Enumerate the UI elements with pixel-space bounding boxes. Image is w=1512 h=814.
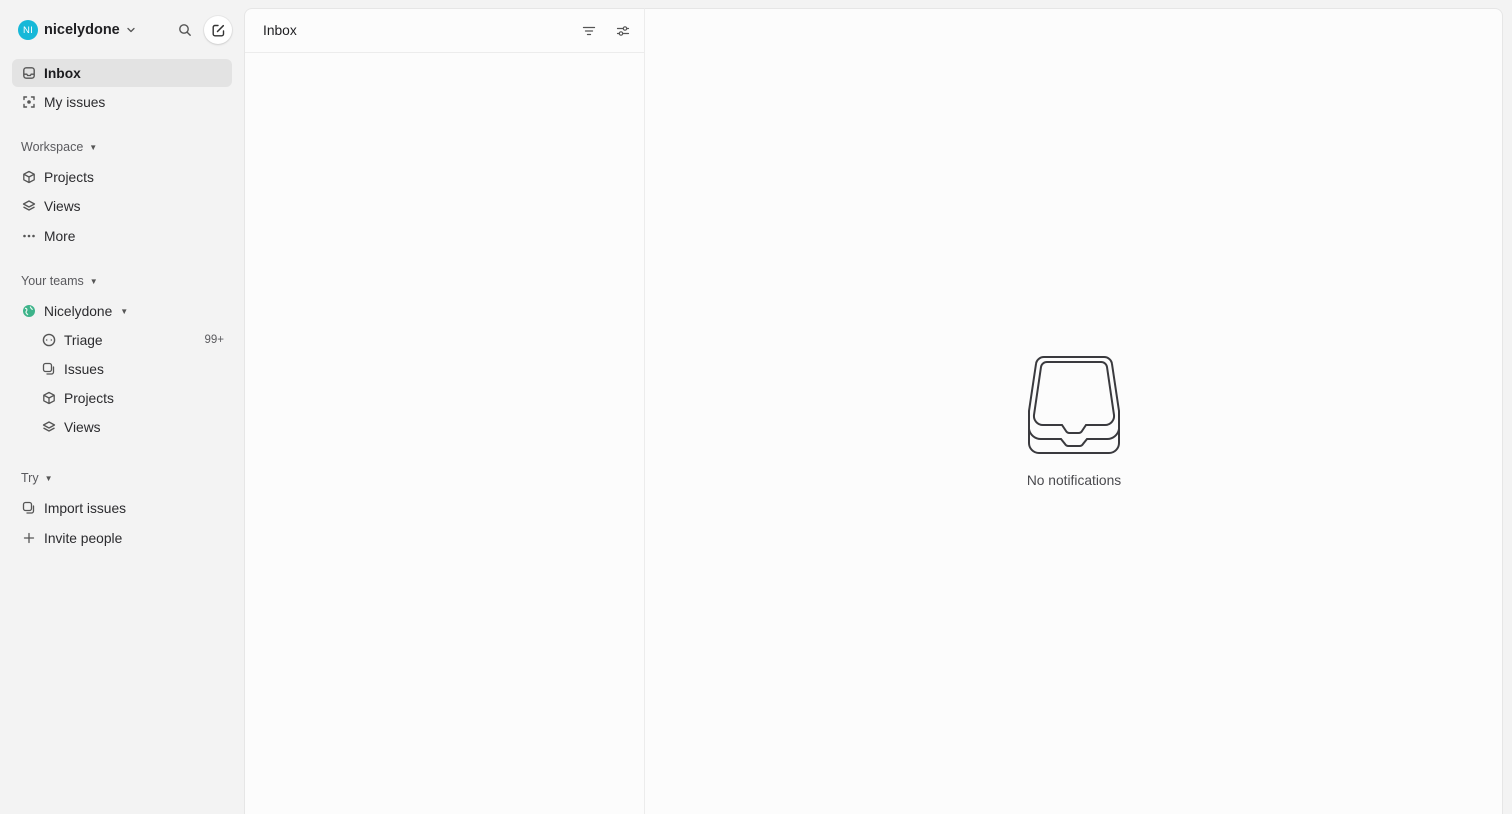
- sidebar-item-label: My issues: [44, 94, 106, 110]
- notification-detail-panel: No notifications: [645, 8, 1503, 814]
- plus-icon: [22, 531, 36, 545]
- sidebar-item-import-issues[interactable]: Import issues: [12, 494, 232, 522]
- caret-down-icon: ▼: [120, 306, 129, 316]
- compose-icon: [211, 23, 226, 38]
- inbox-icon: [22, 66, 36, 80]
- caret-down-icon: ▼: [44, 473, 53, 483]
- sidebar-item-views[interactable]: Views: [12, 192, 232, 220]
- sidebar-item-label: Projects: [44, 169, 94, 185]
- filter-button[interactable]: [579, 21, 599, 41]
- inbox-list-panel: Inbox: [244, 8, 645, 814]
- layers-icon: [42, 420, 56, 434]
- sidebar-item-more[interactable]: More: [12, 222, 232, 250]
- teams-section-toggle[interactable]: Your teams ▼: [21, 272, 98, 290]
- workspace-switcher[interactable]: NI nicelydone: [18, 18, 136, 42]
- workspace-avatar: NI: [18, 20, 38, 40]
- display-options-button[interactable]: [613, 21, 633, 41]
- inbox-header: Inbox: [245, 9, 644, 53]
- target-icon: [22, 95, 36, 109]
- triage-count-badge: 99+: [204, 334, 224, 346]
- team-globe-icon: [22, 304, 36, 318]
- workspace-name: nicelydone: [44, 22, 120, 38]
- caret-down-icon: ▼: [89, 142, 98, 152]
- issues-icon: [42, 362, 56, 376]
- sidebar-item-label: Views: [44, 198, 81, 214]
- cube-icon: [42, 391, 56, 405]
- sidebar-item-projects[interactable]: Projects: [12, 163, 232, 191]
- try-section-toggle[interactable]: Try ▼: [21, 469, 53, 487]
- sidebar-item-team-nicelydone[interactable]: Nicelydone ▼: [12, 297, 232, 325]
- sidebar-item-label: Nicelydone: [44, 303, 113, 319]
- triage-icon: [42, 333, 56, 347]
- new-issue-button[interactable]: [204, 16, 232, 44]
- ellipsis-icon: [22, 229, 36, 243]
- import-icon: [22, 501, 36, 515]
- sidebar-item-label: Inbox: [44, 65, 81, 81]
- sidebar-item-label: More: [44, 228, 76, 244]
- empty-inbox-icon: [1026, 351, 1122, 455]
- sidebar-item-team-projects[interactable]: Projects: [32, 384, 232, 412]
- page-title: Inbox: [263, 23, 297, 38]
- layers-icon: [22, 199, 36, 213]
- section-label: Try: [21, 471, 39, 485]
- search-button[interactable]: [174, 19, 196, 41]
- sidebar-item-triage[interactable]: Triage 99+: [32, 326, 232, 354]
- sidebar-item-inbox[interactable]: Inbox: [12, 59, 232, 87]
- sidebar-item-label: Issues: [64, 361, 104, 377]
- workspace-section-toggle[interactable]: Workspace ▼: [21, 138, 97, 156]
- empty-state-message: No notifications: [1026, 473, 1122, 488]
- sidebar-item-team-views[interactable]: Views: [32, 413, 232, 441]
- sliders-icon: [616, 24, 630, 38]
- sidebar: NI nicelydone Inbox My issues Workspace …: [0, 0, 244, 814]
- sidebar-item-label: Projects: [64, 390, 114, 406]
- search-icon: [178, 23, 192, 37]
- section-label: Workspace: [21, 140, 84, 154]
- sidebar-item-my-issues[interactable]: My issues: [12, 88, 232, 116]
- filter-icon: [582, 24, 596, 38]
- chevron-down-icon: [126, 25, 136, 35]
- sidebar-item-label: Import issues: [44, 500, 127, 516]
- sidebar-item-issues[interactable]: Issues: [32, 355, 232, 383]
- sidebar-item-invite-people[interactable]: Invite people: [12, 524, 232, 552]
- sidebar-item-label: Invite people: [44, 530, 123, 546]
- sidebar-item-label: Views: [64, 419, 101, 435]
- cube-icon: [22, 170, 36, 184]
- sidebar-item-label: Triage: [64, 332, 103, 348]
- caret-down-icon: ▼: [89, 276, 98, 286]
- section-label: Your teams: [21, 274, 84, 288]
